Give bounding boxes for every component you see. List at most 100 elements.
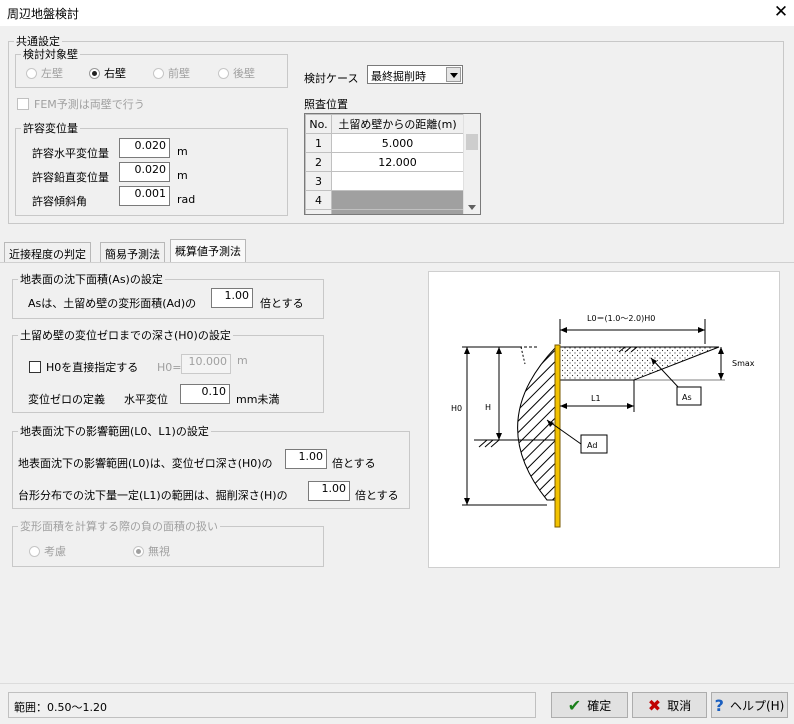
status-message: 範囲：0.50～1.20 [14,701,107,714]
row-number: 1 [305,133,332,153]
radio-circle [89,67,100,79]
radio-circle [153,67,164,79]
check-icon: ✔ [567,695,582,715]
distance-cell[interactable] [331,209,464,214]
row-number: 5 [305,209,332,214]
radio-consider[interactable]: 考慮 [29,544,66,558]
as-ratio-input[interactable]: 1.00 [211,288,253,308]
horizontal-tolerance-input[interactable]: 0.020 [119,138,170,158]
cross-icon: ✖ [647,695,662,715]
radio-circle [218,67,229,79]
horizontal-tolerance-unit: m [177,145,188,158]
tab-proximity[interactable]: 近接程度の判定 [4,242,91,262]
settlement-area [559,346,720,381]
horizontal-displacement-input[interactable]: 0.10 [180,384,230,404]
radio-circle [133,545,144,557]
column-header-distance: 土留め壁からの距離(m) [331,114,464,134]
radio-left-wall[interactable]: 左壁 [26,66,63,80]
positions-table[interactable]: No. 土留め壁からの距離(m) 1 5.000 2 12.000 3 4 5 [304,113,481,215]
radio-circle [26,67,37,79]
column-header-no: No. [305,114,332,134]
table-row[interactable]: 1 5.000 [305,133,464,153]
radio-back-wall[interactable]: 後壁 [218,66,255,80]
retaining-wall [554,344,561,528]
status-message-box: 範囲：0.50～1.20 [8,692,536,718]
vertical-tolerance-input[interactable]: 0.020 [119,162,170,182]
diagram-svg: L0＝(1.0～2.0)H0 H0 H L1 Smax As Ad [451,314,755,528]
case-select[interactable]: 最終掘削時 [367,65,463,84]
l0-suffix: 倍とする [332,457,376,470]
table-row[interactable]: 4 [305,190,464,210]
table-header-row: No. 土留め壁からの距離(m) [305,114,464,134]
tab-simple-prediction[interactable]: 簡易予測法 [100,242,165,262]
l1-prefix: 台形分布での沈下量一定(L1)の範囲は、掘削深さ(H)の [18,489,288,502]
h0-direct-checkbox[interactable]: H0を直接指定する [29,360,138,374]
table-scrollbar[interactable] [463,114,480,214]
as-label: As [682,393,692,402]
row-number: 4 [305,190,332,210]
as-setting-suffix: 倍とする [260,297,304,310]
h0-unit: m [237,354,248,367]
radio-ignore[interactable]: 無視 [133,544,170,558]
tilt-tolerance-unit: rad [177,193,196,206]
scrollbar-thumb[interactable] [466,134,478,150]
tilt-tolerance-input[interactable]: 0.001 [119,186,170,206]
help-button[interactable]: ? ヘルプ(H) [711,692,788,718]
settlement-diagram: L0＝(1.0～2.0)H0 H0 H L1 Smax As Ad [428,271,780,568]
tab-approximate-prediction[interactable]: 概算値予測法 [170,239,246,263]
horizontal-displacement-unit: mm未満 [236,393,280,406]
cancel-button[interactable]: ✖ 取消 [632,692,707,718]
radio-right-wall[interactable]: 右壁 [89,66,126,80]
tilt-tolerance-label: 許容傾斜角 [32,195,87,208]
row-number: 2 [305,152,332,172]
table-row[interactable]: 2 12.000 [305,152,464,172]
tolerance-legend: 許容変位量 [23,122,78,135]
distance-cell[interactable] [331,171,464,191]
ok-button[interactable]: ✔ 確定 [551,692,628,718]
case-select-value: 最終掘削時 [371,70,426,83]
horizontal-tolerance-label: 許容水平変位量 [32,147,109,160]
l0-ratio-input[interactable]: 1.00 [285,449,327,469]
chevron-down-icon[interactable] [446,67,461,82]
distance-cell[interactable]: 5.000 [331,133,464,153]
l1-dimension-text: L1 [591,394,601,403]
case-label: 検討ケース [304,72,359,85]
target-wall-legend: 検討対象壁 [23,48,78,61]
h0-value-input[interactable]: 10.000 [181,354,231,374]
radio-front-wall[interactable]: 前壁 [153,66,190,80]
h-dimension-text: H [485,403,491,412]
help-icon: ? [714,695,724,715]
range-setting-legend: 地表面沈下の影響範囲(L0、L1)の設定 [20,425,209,438]
as-setting-legend: 地表面の沈下面積(As)の設定 [20,273,163,286]
vertical-tolerance-unit: m [177,169,188,182]
fem-both-checkbox[interactable]: FEM予測は両壁で行う [17,97,145,111]
close-icon[interactable]: ✕ [770,1,792,23]
checkbox-box [17,98,29,110]
l0-prefix: 地表面沈下の影響範囲(L0)は、変位ゼロ深さ(H0)の [18,457,273,470]
distance-cell[interactable]: 12.000 [331,152,464,172]
l0-dimension-text: L0＝(1.0～2.0)H0 [587,314,655,323]
row-number: 3 [305,171,332,191]
horizontal-displacement-label: 水平変位 [124,393,168,406]
l1-ratio-input[interactable]: 1.00 [308,481,350,501]
zero-definition-label: 変位ゼロの定義 [28,393,105,406]
table-row[interactable]: 3 [305,171,464,191]
tab-panel-border [0,262,794,263]
negative-area-legend: 変形面積を計算する際の負の面積の扱い [20,520,218,533]
distance-cell[interactable] [331,190,464,210]
vertical-tolerance-label: 許容鉛直変位量 [32,171,109,184]
l1-suffix: 倍とする [355,489,399,502]
smax-text: Smax [732,359,755,368]
table-row[interactable]: 5 [305,209,464,214]
radio-circle [29,545,40,557]
ad-label: Ad [587,441,597,450]
chevron-down-icon[interactable] [468,205,476,210]
positions-label: 照査位置 [304,98,348,111]
h0-label: H0= [157,361,182,374]
h0-dimension-text: H0 [451,404,462,413]
window-title: 周辺地盤検討 [7,7,80,21]
checkbox-box [29,361,41,373]
title-bar [0,0,794,26]
h0-setting-legend: 土留め壁の変位ゼロまでの深さ(H0)の設定 [20,329,231,342]
as-setting-prefix: Asは、土留め壁の変形面積(Ad)の [28,297,197,310]
